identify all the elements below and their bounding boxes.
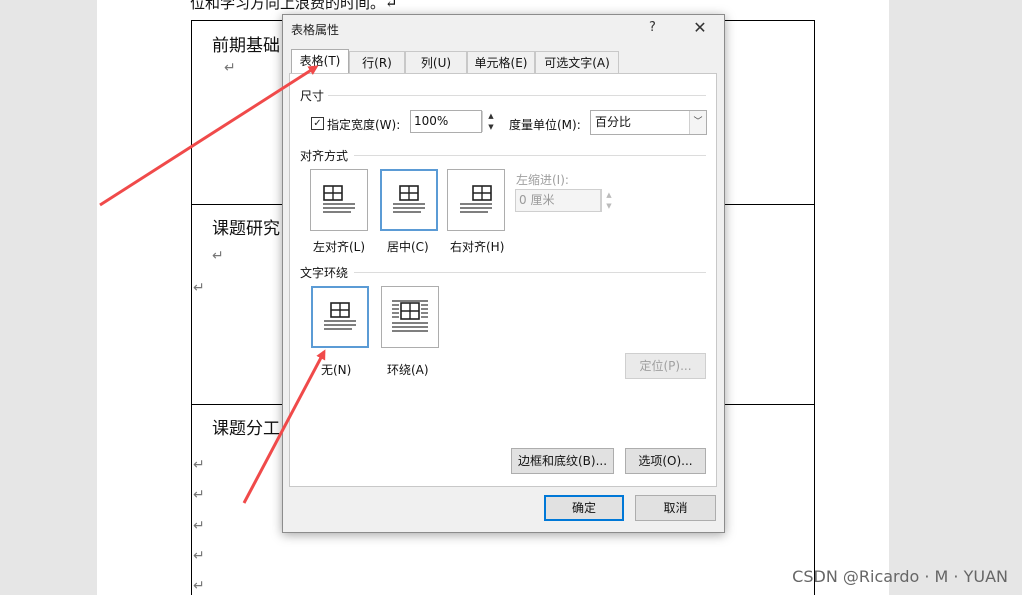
arrow-to-table-tab — [99, 65, 319, 207]
annotation-arrows — [99, 65, 326, 504]
arrow-to-wrap-none — [242, 349, 326, 504]
watermark-text: CSDN @Ricardo · M · YUAN — [792, 567, 1008, 586]
